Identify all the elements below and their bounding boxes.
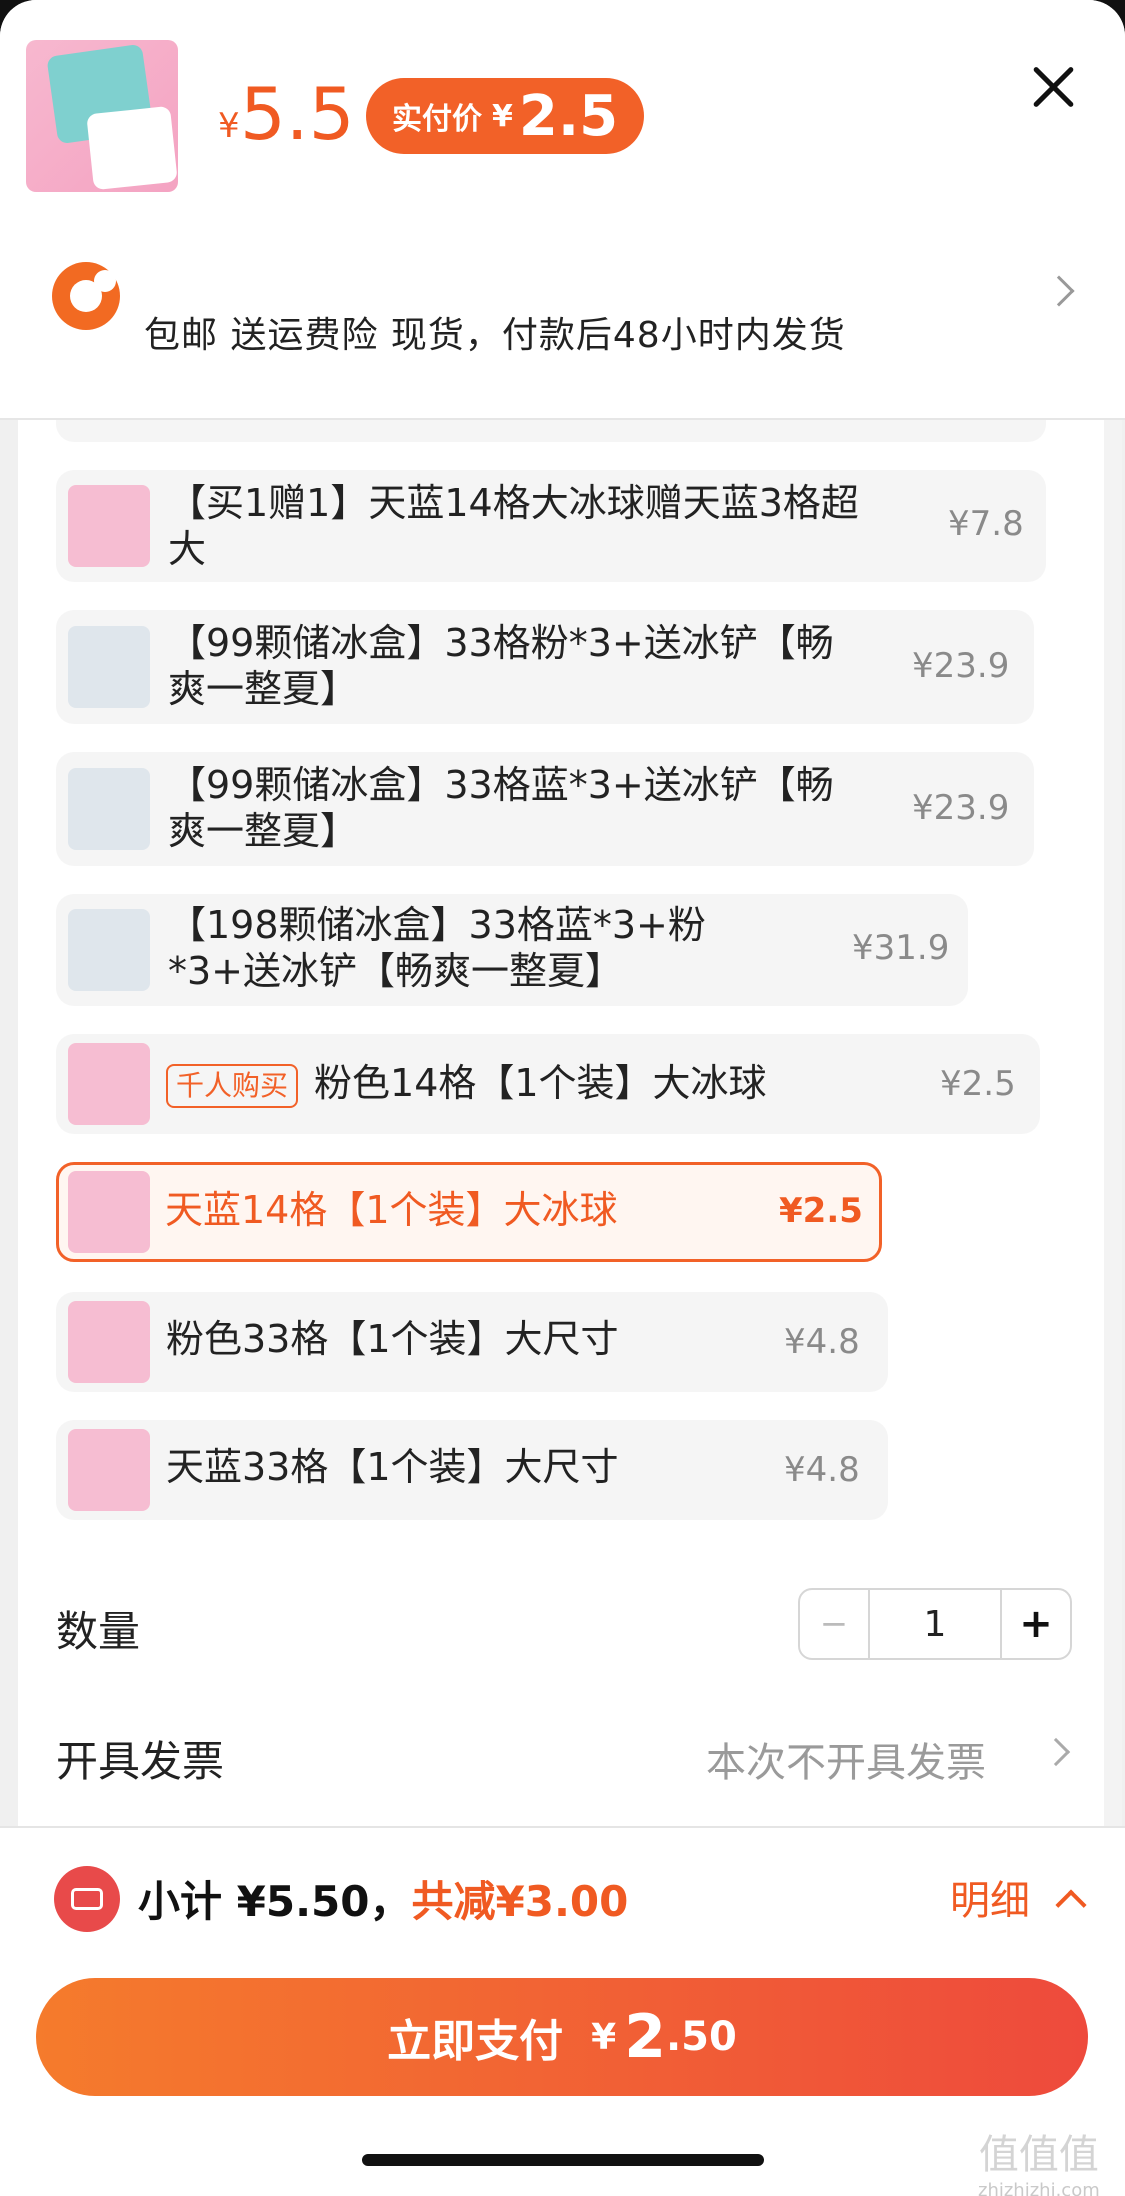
invoice-label: 开具发票 [56, 1737, 225, 1786]
quantity-value[interactable]: 1 [870, 1590, 1000, 1658]
quantity-plus-button[interactable]: + [1000, 1590, 1070, 1658]
sku-option[interactable]: 天蓝33格【1个装】大尺寸 ¥4.8 [56, 1420, 888, 1520]
pay-now-button[interactable]: 立即支付 ¥ 2.50 [36, 1978, 1088, 2096]
watermark: 值值值 zhizhizhi.com [978, 2122, 1100, 2196]
quantity-label: 数量 [56, 1607, 141, 1656]
option-price: ¥2.5 [940, 1064, 1016, 1104]
option-price: ¥2.5 [779, 1191, 863, 1231]
option-price: ¥23.9 [912, 646, 1010, 686]
option-title: 【198颗储冰盒】33格蓝*3+粉*3+送冰铲【畅爽一整夏】 [168, 903, 706, 993]
option-title: 天蓝33格【1个装】大尺寸 [166, 1445, 619, 1489]
sku-option[interactable]: 粉色33格【1个装】大尺寸 ¥4.8 [56, 1292, 888, 1392]
discount-amount: 共减¥3.00 [411, 1877, 629, 1926]
coupon-icon [54, 1866, 120, 1932]
option-thumbnail [68, 626, 150, 708]
divider [0, 418, 1125, 420]
pay-currency: ¥ [591, 2016, 617, 2058]
subtotal: 小计 ¥5.50，共减¥3.00 [138, 1868, 628, 1929]
quantity-minus-button[interactable]: − [800, 1590, 870, 1658]
actual-price-amount: 2.5 [518, 83, 619, 149]
option-price: ¥7.8 [948, 504, 1024, 544]
option-price: ¥23.9 [912, 788, 1010, 828]
option-title: 【99颗储冰盒】33格粉*3+送冰铲【畅爽一整夏】 [168, 621, 834, 711]
detail-link[interactable]: 明细 [950, 1868, 1030, 1926]
option-thumbnail [68, 1429, 150, 1511]
sku-option[interactable]: 【买1赠1】天蓝14格大冰球赠天蓝3格超大 ¥7.8 [56, 470, 1046, 582]
quantity-stepper: − 1 + [798, 1588, 1072, 1660]
chevron-up-icon[interactable] [1055, 1889, 1087, 1921]
watermark-chars: 值值值 [978, 2132, 1099, 2178]
option-title-row: 千人购买 粉色14格【1个装】大冰球 [166, 1060, 866, 1108]
pay-amount-dec: .50 [665, 2014, 737, 2060]
sku-option[interactable]: 【99颗储冰盒】33格蓝*3+送冰铲【畅爽一整夏】 ¥23.9 [56, 752, 1034, 866]
option-thumbnail [68, 1043, 150, 1125]
scrollbar[interactable] [1104, 420, 1122, 1830]
option-title: 【买1赠1】天蓝14格大冰球赠天蓝3格超大 [168, 481, 859, 571]
sku-option[interactable]: 【198颗储冰盒】33格蓝*3+粉*3+送冰铲【畅爽一整夏】 ¥31.9 [56, 894, 968, 1006]
checkout-footer: 小计 ¥5.50，共减¥3.00 明细 立即支付 ¥ 2.50 值值值 zhiz… [0, 1826, 1125, 2196]
invoice-value[interactable]: 本次不开具发票 [706, 1730, 986, 1788]
sku-option-selected[interactable]: 天蓝14格【1个装】大冰球 ¥2.5 [56, 1162, 882, 1262]
close-icon[interactable] [1030, 64, 1076, 110]
option-thumbnail [68, 1171, 150, 1253]
actual-price-label: 实付价 [392, 102, 482, 137]
tray-image [86, 105, 178, 191]
actual-price-currency: ¥ [492, 98, 513, 134]
sheet-header: ¥ 5.5 实付价 ¥ 2.5 包邮 送运费险 现货，付款后48小时内发货 [0, 0, 1125, 420]
chevron-right-icon[interactable] [1043, 275, 1075, 307]
option-price: ¥4.8 [784, 1322, 860, 1362]
price-currency: ¥ [218, 106, 240, 146]
home-indicator[interactable] [362, 2154, 764, 2166]
shipping-icon [52, 262, 120, 330]
option-title: 粉色33格【1个装】大尺寸 [166, 1317, 619, 1361]
option-thumbnail [68, 768, 150, 850]
subtotal-amount: ¥5.50， [236, 1877, 412, 1926]
option-price: ¥31.9 [852, 928, 950, 968]
option-title: 粉色14格【1个装】大冰球 [314, 1061, 767, 1105]
option-thumbnail [68, 485, 150, 567]
option-thumbnail [68, 1301, 150, 1383]
sku-option[interactable]: 千人购买 粉色14格【1个装】大冰球 ¥2.5 [56, 1034, 1040, 1134]
watermark-site: zhizhizhi.com [978, 2180, 1100, 2196]
option-title: 天蓝14格【1个装】大冰球 [165, 1188, 618, 1232]
original-price: 5.5 [240, 72, 355, 156]
actual-price-pill: 实付价 ¥ 2.5 [366, 78, 644, 154]
pay-amount-int: 2 [624, 2002, 666, 2072]
pay-now-label: 立即支付 [387, 2016, 564, 2067]
option-thumbnail [68, 909, 150, 991]
shipping-info[interactable]: 包邮 送运费险 现货，付款后48小时内发货 [144, 306, 846, 358]
option-price: ¥4.8 [784, 1450, 860, 1490]
popular-badge: 千人购买 [166, 1063, 299, 1108]
sku-sheet: ¥ 5.5 实付价 ¥ 2.5 包邮 送运费险 现货，付款后48小时内发货 【买… [0, 0, 1125, 2196]
subtotal-label: 小计 [138, 1877, 223, 1926]
product-thumbnail[interactable] [26, 40, 178, 192]
option-title: 【99颗储冰盒】33格蓝*3+送冰铲【畅爽一整夏】 [168, 763, 834, 853]
sku-option[interactable]: 【99颗储冰盒】33格粉*3+送冰铲【畅爽一整夏】 ¥23.9 [56, 610, 1034, 724]
